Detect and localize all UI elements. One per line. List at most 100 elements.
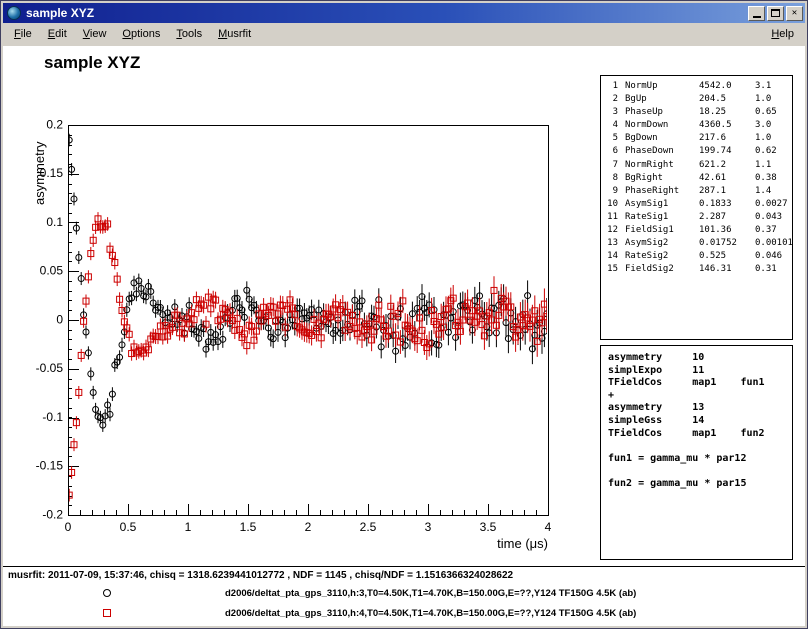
maximize-icon	[771, 9, 780, 17]
param-no: 12	[601, 224, 618, 237]
param-name: PhaseUp	[625, 106, 699, 119]
param-row: 1 NormUp4542.03.1	[601, 80, 792, 93]
param-no: 8	[601, 172, 618, 185]
minimize-icon	[753, 16, 761, 18]
param-value: 0.525	[699, 250, 755, 263]
param-row: 10 AsymSig10.18330.0027	[601, 198, 792, 211]
param-error: 3.1	[755, 80, 792, 93]
param-name: NormUp	[625, 80, 699, 93]
param-value: 4360.5	[699, 119, 755, 132]
param-value: 204.5	[699, 93, 755, 106]
param-name: BgDown	[625, 132, 699, 145]
param-name: RateSig1	[625, 211, 699, 224]
param-row: 8 BgRight42.610.38	[601, 172, 792, 185]
param-row: 7NormRight621.21.1	[601, 159, 792, 172]
maximize-button[interactable]	[767, 6, 784, 21]
param-name: FieldSig2	[625, 263, 699, 276]
param-name: PhaseRight	[625, 185, 699, 198]
param-error: 0.62	[755, 145, 792, 158]
param-name: RateSig2	[625, 250, 699, 263]
param-value: 0.1833	[699, 198, 755, 211]
minimize-button[interactable]	[748, 6, 765, 21]
legend-label: d2006/deltat_pta_gps_3110,h:4,T0=4.50K,T…	[225, 608, 636, 619]
menu-edit[interactable]: Edit	[40, 23, 75, 46]
menu-left: FileEditViewOptionsToolsMusrfit	[6, 23, 763, 46]
param-error: 0.38	[755, 172, 792, 185]
asymmetry-plot-canvas[interactable]	[30, 95, 590, 565]
param-no: 9	[601, 185, 618, 198]
window-title: sample XYZ	[26, 6, 746, 20]
menu-options[interactable]: Options	[114, 23, 168, 46]
param-no: 6	[601, 145, 618, 158]
plot-client-area: sample XYZ 1NormUp4542.03.12BgUp204.51.0…	[3, 46, 805, 626]
param-no: 15	[601, 263, 618, 276]
theory-text: asymmetry 10 simplExpo 11 TFieldCos map1…	[601, 346, 792, 491]
menu-tools[interactable]: Tools	[168, 23, 210, 46]
param-row: 6 PhaseDown199.740.62	[601, 145, 792, 158]
param-error: 1.1	[755, 159, 792, 172]
param-name: BgRight	[625, 172, 699, 185]
param-row: 13 AsymSig20.017520.00101	[601, 237, 792, 250]
param-no: 1	[601, 80, 618, 93]
param-no: 10	[601, 198, 618, 211]
menu-help[interactable]: Help	[763, 23, 802, 46]
param-error: 1.4	[755, 185, 792, 198]
param-value: 4542.0	[699, 80, 755, 93]
plot-legend: d2006/deltat_pta_gps_3110,h:3,T0=4.50K,T…	[3, 584, 805, 624]
param-no: 13	[601, 237, 618, 250]
param-value: 101.36	[699, 224, 755, 237]
fit-parameters-box: 1NormUp4542.03.12BgUp204.51.03PhaseUp18.…	[600, 75, 793, 340]
param-error: 0.00101	[755, 237, 793, 250]
menu-view[interactable]: View	[75, 23, 115, 46]
param-error: 0.046	[755, 250, 792, 263]
param-no: 2	[601, 93, 618, 106]
param-name: PhaseDown	[625, 145, 699, 158]
param-no: 11	[601, 211, 618, 224]
param-value: 18.25	[699, 106, 755, 119]
param-row: 3 PhaseUp18.250.65	[601, 106, 792, 119]
legend-label: d2006/deltat_pta_gps_3110,h:3,T0=4.50K,T…	[225, 588, 636, 599]
param-no: 7	[601, 159, 618, 172]
param-row: 11 RateSig12.2870.043	[601, 211, 792, 224]
menu-file[interactable]: File	[6, 23, 40, 46]
legend-row: d2006/deltat_pta_gps_3110,h:3,T0=4.50K,T…	[3, 584, 805, 604]
param-row: 14 RateSig20.5250.046	[601, 250, 792, 263]
param-name: AsymSig1	[625, 198, 699, 211]
legend-row: d2006/deltat_pta_gps_3110,h:4,T0=4.50K,T…	[3, 604, 805, 624]
param-value: 42.61	[699, 172, 755, 185]
app-icon[interactable]	[7, 6, 21, 20]
param-row: 4NormDown4360.53.0	[601, 119, 792, 132]
param-value: 621.2	[699, 159, 755, 172]
param-value: 199.74	[699, 145, 755, 158]
param-error: 3.0	[755, 119, 792, 132]
menubar: FileEditViewOptionsToolsMusrfit Help	[3, 23, 805, 46]
menu-musrfit[interactable]: Musrfit	[210, 23, 259, 46]
param-error: 1.0	[755, 132, 792, 145]
param-no: 14	[601, 250, 618, 263]
close-button[interactable]: ✕	[786, 6, 803, 21]
param-no: 3	[601, 106, 618, 119]
app-window: sample XYZ ✕ FileEditViewOptionsToolsMus…	[0, 0, 808, 629]
param-name: AsymSig2	[625, 237, 699, 250]
param-error: 0.043	[755, 211, 792, 224]
param-error: 0.31	[755, 263, 792, 276]
legend-marker-square-icon	[103, 609, 111, 617]
footer-divider	[3, 566, 805, 567]
param-error: 0.0027	[755, 198, 792, 211]
menu-right: Help	[763, 23, 802, 46]
param-row: 2 BgUp204.51.0	[601, 93, 792, 106]
param-name: BgUp	[625, 93, 699, 106]
param-value: 146.31	[699, 263, 755, 276]
param-name: NormDown	[625, 119, 699, 132]
param-row: 9PhaseRight287.11.4	[601, 185, 792, 198]
param-error: 0.65	[755, 106, 792, 119]
param-no: 5	[601, 132, 618, 145]
theory-box: asymmetry 10 simplExpo 11 TFieldCos map1…	[600, 345, 793, 560]
fit-status-line: musrfit: 2011-07-09, 15:37:46, chisq = 1…	[8, 570, 513, 581]
param-error: 0.37	[755, 224, 792, 237]
param-value: 0.01752	[699, 237, 755, 250]
plot-title: sample XYZ	[44, 53, 140, 73]
param-value: 2.287	[699, 211, 755, 224]
titlebar[interactable]: sample XYZ ✕	[3, 3, 805, 23]
param-error: 1.0	[755, 93, 792, 106]
